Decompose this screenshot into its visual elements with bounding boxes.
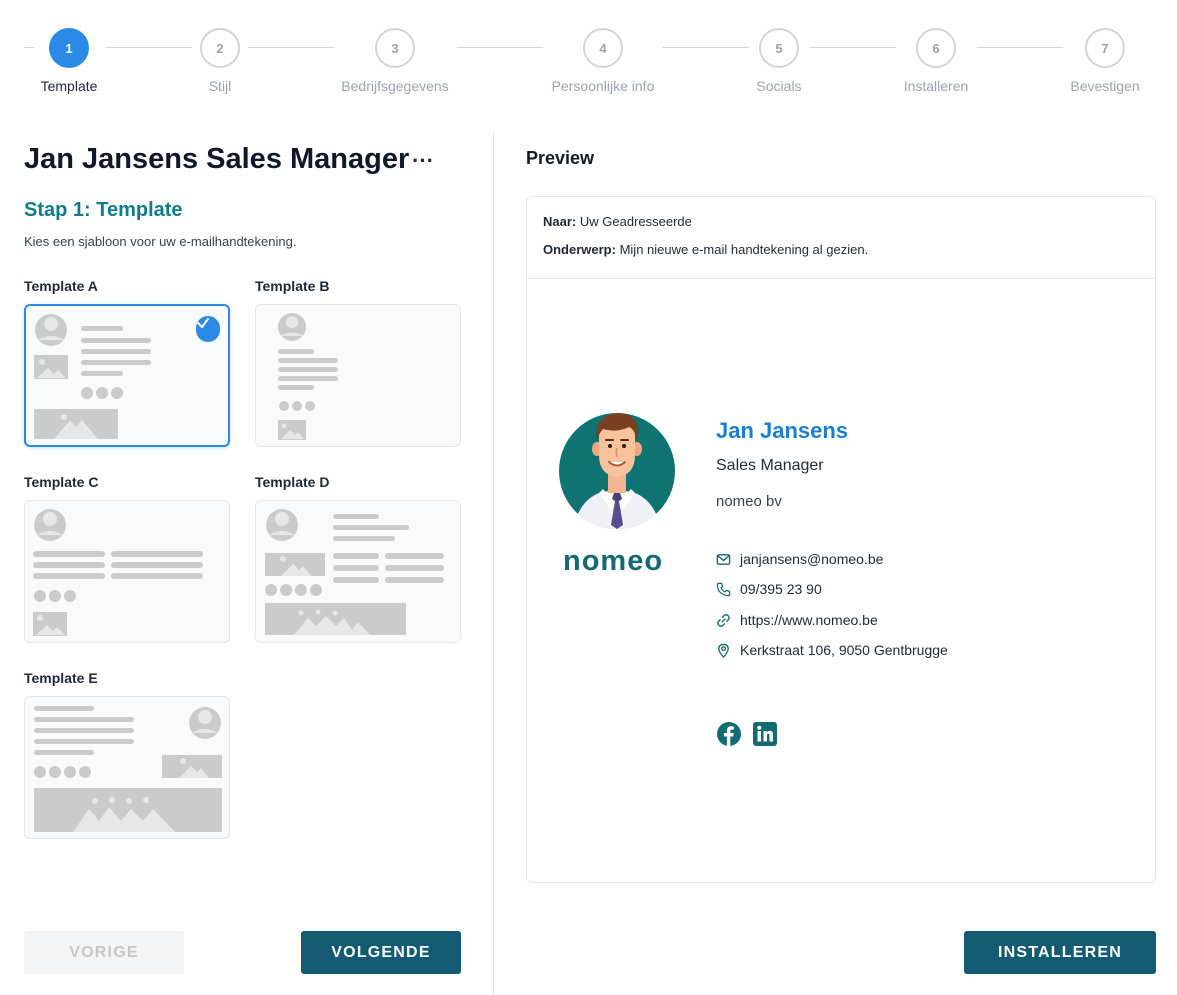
linkedin-icon[interactable]	[752, 721, 778, 747]
selected-check-icon	[196, 316, 220, 342]
template-d-card[interactable]	[255, 500, 461, 643]
recipient-row: Naar: Uw Geadresseerde	[543, 214, 1139, 242]
step-label: Installeren	[903, 78, 969, 94]
template-b-thumbnail	[278, 313, 338, 440]
preview-title: Preview	[526, 148, 595, 168]
stepper: 1 Template 2 Stijl 3 Bedrijfsgegevens 4 …	[0, 0, 1177, 110]
avatar-illustration	[559, 413, 675, 529]
template-c-thumbnail	[33, 509, 203, 636]
step-number: 6	[916, 28, 956, 68]
phone-text: 09/395 23 90	[740, 581, 822, 597]
subject-value: Mijn nieuwe e-mail handtekening al gezie…	[619, 242, 869, 257]
step-number: 7	[1085, 28, 1125, 68]
step-connector	[457, 47, 543, 48]
signature-role: Sales Manager	[716, 457, 824, 474]
more-options-button[interactable]: ···	[412, 148, 434, 174]
contact-email: janjansens@nomeo.be	[716, 551, 883, 567]
page-title: Jan Jansens Sales Manager	[24, 143, 410, 175]
contact-website: https://www.nomeo.be	[716, 612, 878, 628]
step-label: Persoonlijke info	[551, 78, 655, 94]
template-b-card[interactable]	[255, 304, 461, 447]
email-preview: Naar: Uw Geadresseerde Onderwerp: Mijn n…	[526, 196, 1156, 883]
template-e-label: Template E	[24, 670, 98, 686]
step-number: 5	[759, 28, 799, 68]
step-template[interactable]: 1 Template	[0, 28, 139, 94]
email-header: Naar: Uw Geadresseerde Onderwerp: Mijn n…	[527, 197, 1155, 279]
website-text: https://www.nomeo.be	[740, 612, 878, 628]
step-label: Stijl	[208, 78, 232, 94]
step-number: 3	[375, 28, 415, 68]
phone-icon	[716, 582, 731, 596]
template-a-card[interactable]	[24, 304, 230, 447]
location-pin-icon	[718, 643, 729, 658]
step-label: Bevestigen	[1070, 78, 1140, 94]
email-text: janjansens@nomeo.be	[740, 551, 884, 567]
avatar	[559, 413, 675, 529]
recipient-label: Naar:	[543, 214, 577, 229]
step-number: 4	[583, 28, 623, 68]
contact-phone: 09/395 23 90	[716, 581, 822, 597]
template-a-label: Template A	[24, 278, 98, 294]
subject-label: Onderwerp:	[543, 242, 616, 257]
signature-name: Jan Jansens	[716, 418, 849, 443]
mail-icon	[716, 553, 731, 565]
template-c-label: Template C	[24, 474, 99, 490]
company-logo: nomeo	[563, 545, 664, 577]
step-heading: Stap 1: Template	[24, 199, 183, 221]
step-number: 1	[49, 28, 89, 68]
install-button[interactable]: INSTALLEREN	[964, 931, 1156, 974]
step-bevestigen[interactable]: 7 Bevestigen	[1035, 28, 1175, 94]
previous-button[interactable]: VORIGE	[24, 931, 184, 974]
address-text: Kerkstraat 106, 9050 Gentbrugge	[740, 642, 948, 658]
subject-row: Onderwerp: Mijn nieuwe e-mail handtekeni…	[543, 242, 1139, 270]
step-stijl[interactable]: 2 Stijl	[150, 28, 290, 94]
template-e-card[interactable]	[24, 696, 230, 839]
signature-company: nomeo bv	[716, 493, 782, 510]
step-description: Kies een sjabloon voor uw e-mailhandteke…	[24, 234, 297, 249]
facebook-icon[interactable]	[716, 721, 742, 747]
step-bedrijfsgegevens[interactable]: 3 Bedrijfsgegevens	[325, 28, 465, 94]
next-button[interactable]: VOLGENDE	[301, 931, 461, 974]
link-icon	[717, 613, 730, 627]
step-number: 2	[200, 28, 240, 68]
template-d-label: Template D	[255, 474, 330, 490]
step-installeren[interactable]: 6 Installeren	[866, 28, 1006, 94]
template-e-thumbnail	[34, 706, 222, 832]
template-d-thumbnail	[265, 509, 444, 635]
step-label: Socials	[756, 78, 802, 94]
step-socials[interactable]: 5 Socials	[709, 28, 849, 94]
template-b-label: Template B	[255, 278, 330, 294]
recipient-value: Uw Geadresseerde	[579, 214, 692, 229]
step-label: Bedrijfsgegevens	[341, 78, 449, 94]
contact-address: Kerkstraat 106, 9050 Gentbrugge	[716, 642, 948, 658]
step-label: Template	[40, 78, 98, 94]
column-divider	[493, 130, 494, 995]
step-persoonlijke-info[interactable]: 4 Persoonlijke info	[533, 28, 673, 94]
template-c-card[interactable]	[24, 500, 230, 643]
